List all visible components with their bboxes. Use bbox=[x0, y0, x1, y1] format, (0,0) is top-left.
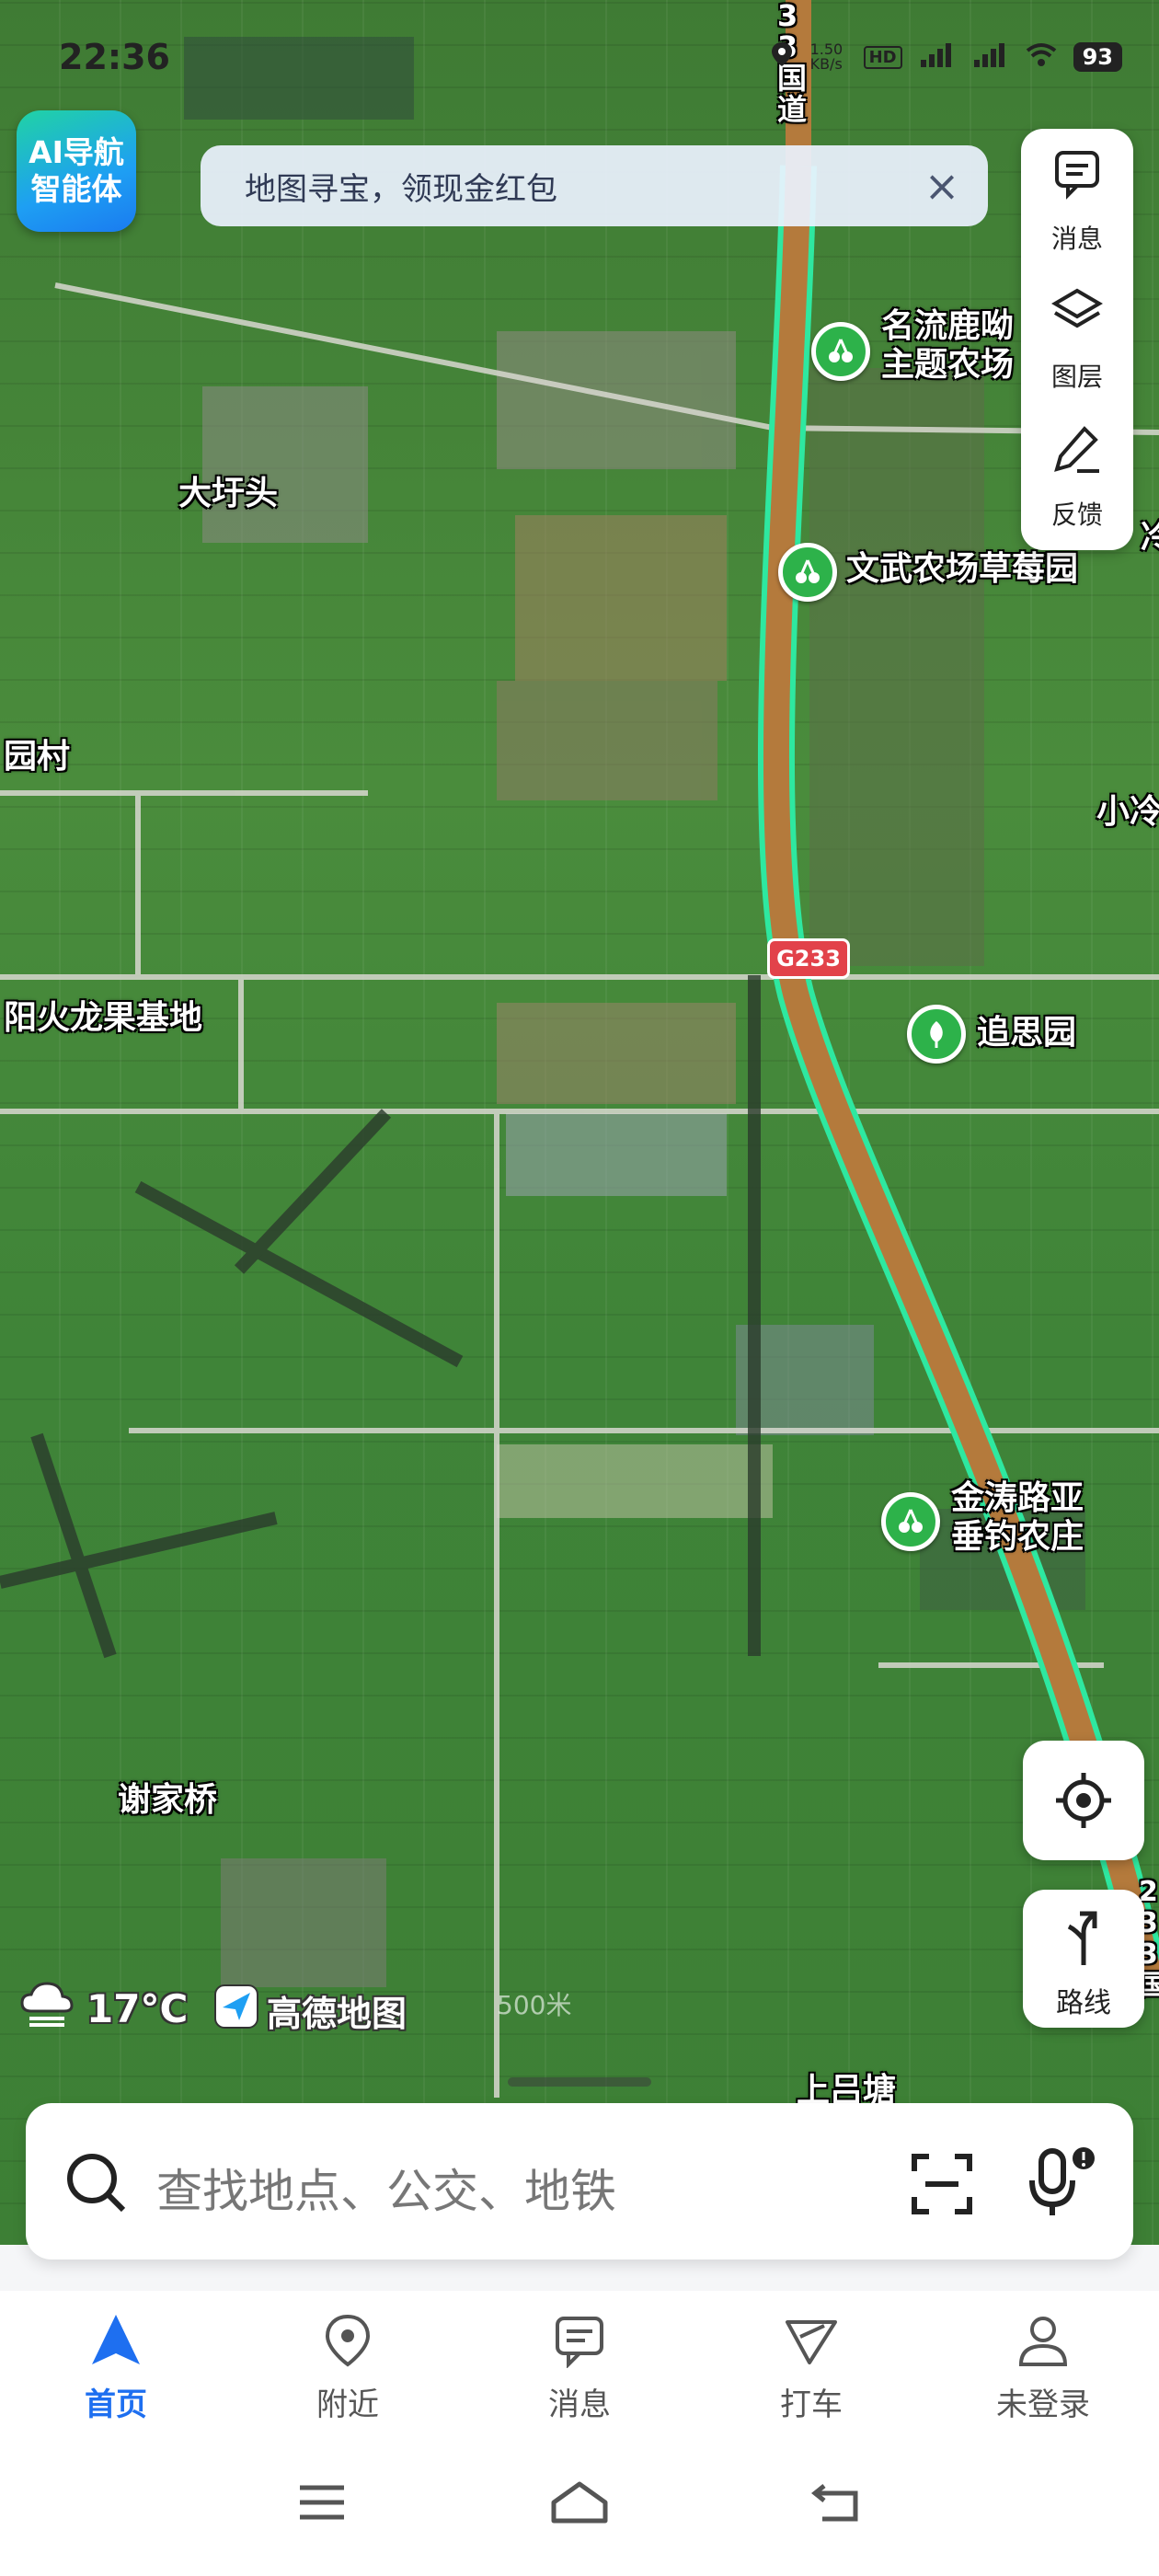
road-shield-g233[interactable]: G233 bbox=[767, 938, 850, 979]
message-icon bbox=[1050, 145, 1105, 201]
user-icon bbox=[1016, 2313, 1071, 2368]
poi-label-line: 金涛路亚 bbox=[951, 1479, 1084, 1517]
edit-icon bbox=[1050, 421, 1105, 477]
amap-logo-icon bbox=[213, 1984, 259, 2038]
system-nav-bar bbox=[0, 2438, 1159, 2576]
net-speed: 1.50 KB/s bbox=[809, 40, 843, 73]
side-toolbar: 消息 图层 反馈 bbox=[1021, 129, 1133, 550]
tool-label: 反馈 bbox=[1050, 500, 1103, 530]
tool-label: 消息 bbox=[1050, 224, 1103, 254]
ai-button-line: 智能体 bbox=[30, 171, 122, 207]
tab-home[interactable]: 首页 bbox=[0, 2291, 232, 2438]
locate-icon bbox=[1054, 1771, 1113, 1834]
tab-label: 消息 bbox=[548, 2386, 611, 2423]
poi-label[interactable]: 文武农场草莓园 bbox=[846, 550, 1078, 589]
cloud-icon bbox=[17, 1978, 77, 2039]
microphone-icon[interactable] bbox=[1025, 2144, 1102, 2225]
scan-icon[interactable] bbox=[909, 2151, 975, 2221]
weather-temp: 17°C bbox=[86, 1985, 189, 2031]
place-label[interactable]: 阳火龙果基地 bbox=[4, 999, 202, 1038]
brand-name: 高德地图 bbox=[267, 1994, 407, 2034]
tab-profile[interactable]: 未登录 bbox=[927, 2291, 1159, 2438]
fruit-icon[interactable] bbox=[881, 1492, 940, 1551]
menu-icon[interactable] bbox=[296, 2480, 348, 2528]
cemetery-icon[interactable] bbox=[907, 1005, 966, 1064]
place-label[interactable]: 大圩头 bbox=[178, 475, 278, 513]
ai-navigation-button[interactable]: AI导航 智能体 bbox=[17, 110, 136, 232]
wifi-icon bbox=[1026, 41, 1057, 73]
location-icon bbox=[770, 40, 794, 74]
brand-logo: 高德地图 bbox=[213, 1984, 407, 2038]
tab-label: 首页 bbox=[85, 2386, 147, 2423]
status-time: 22:36 bbox=[59, 37, 170, 77]
locate-button[interactable] bbox=[1023, 1741, 1144, 1860]
status-icons: 1.50 KB/s HD 93 bbox=[770, 40, 1122, 74]
signal-icon bbox=[972, 41, 1009, 73]
fruit-icon[interactable] bbox=[778, 543, 837, 602]
tab-label: 未登录 bbox=[996, 2386, 1090, 2423]
route-button[interactable]: 路线 bbox=[1023, 1890, 1144, 2028]
tool-layers[interactable]: 图层 bbox=[1021, 267, 1133, 405]
sheet-drag-handle[interactable] bbox=[508, 2077, 651, 2087]
map-scale: 500米 bbox=[497, 1990, 572, 2020]
satellite-map[interactable]: 3 3 国 道 2 3 3 国 G233 大圩头 园村 阳火龙果基地 谢家桥 小… bbox=[0, 0, 1159, 2245]
tool-feedback[interactable]: 反馈 bbox=[1021, 405, 1133, 543]
ai-button-line: AI导航 bbox=[29, 134, 124, 170]
location-pin-icon bbox=[320, 2313, 375, 2368]
hd-icon: HD bbox=[863, 45, 902, 69]
tab-label: 打车 bbox=[780, 2386, 843, 2423]
poi-label[interactable]: 金涛路亚 垂钓农庄 bbox=[951, 1479, 1084, 1557]
tool-messages[interactable]: 消息 bbox=[1021, 129, 1133, 267]
tab-label: 附近 bbox=[316, 2386, 379, 2423]
poi-label[interactable]: 名流鹿呦 主题农场 bbox=[881, 307, 1014, 385]
home-icon[interactable] bbox=[550, 2480, 609, 2528]
message-icon bbox=[552, 2313, 607, 2369]
tab-bar: 首页 附近 消息 打车 未登录 bbox=[0, 2291, 1159, 2438]
weather-widget[interactable]: 17°C bbox=[17, 1978, 188, 2039]
status-bar: 22:36 1.50 KB/s HD 93 bbox=[0, 0, 1159, 110]
tab-nearby[interactable]: 附近 bbox=[232, 2291, 464, 2438]
route-icon bbox=[1058, 1904, 1109, 1972]
place-label[interactable]: 冷 bbox=[1141, 519, 1159, 558]
poi-label-line: 名流鹿呦 bbox=[881, 307, 1015, 345]
battery-level: 93 bbox=[1073, 42, 1122, 72]
route-label: 路线 bbox=[1056, 1987, 1111, 2019]
search-icon bbox=[63, 2149, 132, 2223]
poi-label-line: 主题农场 bbox=[881, 346, 1015, 384]
banner-text[interactable]: 地图寻宝，领现金红包 bbox=[245, 164, 557, 209]
close-icon[interactable]: × bbox=[916, 160, 968, 212]
promo-banner[interactable]: 地图寻宝，领现金红包 × bbox=[201, 145, 988, 226]
search-input[interactable]: 查找地点、公交、地铁 bbox=[156, 2155, 616, 2221]
place-label[interactable]: 小冷 bbox=[1096, 793, 1159, 832]
tab-messages[interactable]: 消息 bbox=[464, 2291, 695, 2438]
back-icon[interactable] bbox=[809, 2480, 861, 2528]
place-label[interactable]: 谢家桥 bbox=[118, 1781, 217, 1820]
place-label[interactable]: 园村 bbox=[4, 738, 70, 776]
search-bar[interactable]: 查找地点、公交、地铁 bbox=[26, 2103, 1133, 2260]
signal-icon bbox=[919, 41, 956, 73]
poi-label-line: 垂钓农庄 bbox=[951, 1518, 1084, 1556]
tool-label: 图层 bbox=[1050, 362, 1103, 392]
tab-taxi[interactable]: 打车 bbox=[695, 2291, 927, 2438]
fruit-icon[interactable] bbox=[811, 322, 870, 381]
navigation-arrow-icon bbox=[88, 2313, 143, 2368]
poi-label[interactable]: 追思园 bbox=[977, 1014, 1076, 1052]
taxi-icon bbox=[784, 2313, 839, 2368]
layers-icon bbox=[1050, 283, 1105, 339]
